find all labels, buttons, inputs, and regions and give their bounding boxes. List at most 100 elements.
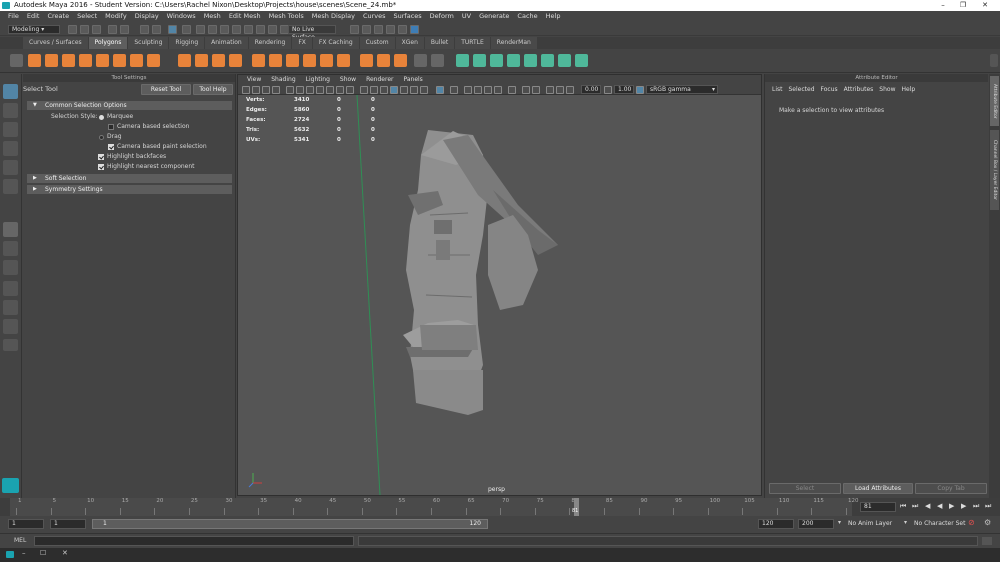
shelf-options-icon[interactable] (10, 54, 23, 67)
menu-display[interactable]: Display (131, 11, 163, 22)
menu-set-dropdown[interactable]: Modeling ▾ (8, 25, 60, 34)
motion-blur-icon[interactable] (474, 86, 482, 94)
shelf-tab-rigging[interactable]: Rigging (169, 37, 205, 49)
ae-menu-selected[interactable]: Selected (786, 85, 818, 95)
exposure-field[interactable]: 0.00 (581, 85, 601, 94)
char-set-label[interactable]: No Character Set (914, 519, 965, 529)
poly-sphere-icon[interactable] (28, 54, 41, 67)
snap-point-icon[interactable] (220, 25, 229, 34)
shelf-tab-turtle[interactable]: TURTLE (455, 37, 490, 49)
xray-joints-icon[interactable] (522, 86, 530, 94)
vp-menu-panels[interactable]: Panels (398, 75, 427, 84)
camera-attributes-icon[interactable] (252, 86, 260, 94)
screen-space-ao-icon[interactable] (464, 86, 472, 94)
vp-menu-shading[interactable]: Shading (266, 75, 300, 84)
step-back-frame-icon[interactable]: ◀ (925, 502, 930, 510)
shadows-icon[interactable] (420, 86, 428, 94)
poly-cube-icon[interactable] (45, 54, 58, 67)
command-input[interactable] (34, 536, 354, 546)
redo-icon[interactable] (120, 25, 129, 34)
persp-graph-icon[interactable] (3, 281, 18, 296)
spherical-uv-icon[interactable] (490, 54, 503, 67)
insert-edge-loop-icon[interactable] (394, 54, 407, 67)
camera-based-selection-checkbox[interactable] (108, 124, 114, 130)
go-to-end-icon[interactable]: ⏭ (985, 502, 991, 511)
ae-menu-list[interactable]: List (769, 85, 786, 95)
default-material-icon[interactable] (390, 86, 398, 94)
save-scene-icon[interactable] (92, 25, 101, 34)
script-editor-icon[interactable] (982, 537, 992, 545)
textured-icon[interactable] (400, 86, 408, 94)
perspective-viewport[interactable]: View Shading Lighting Show Renderer Pane… (237, 74, 762, 496)
open-scene-icon[interactable] (80, 25, 89, 34)
playback-end-field[interactable]: 120 (758, 519, 794, 529)
ae-copy-tab-button[interactable]: Copy Tab (915, 483, 987, 494)
wireframe-on-shaded-icon[interactable] (380, 86, 388, 94)
house-model[interactable] (403, 130, 558, 415)
menu-select[interactable]: Select (73, 11, 101, 22)
ae-menu-help[interactable]: Help (898, 85, 918, 95)
task-restore-icon[interactable]: ☐ (40, 549, 46, 557)
vp-menu-view[interactable]: View (242, 75, 266, 84)
time-slider[interactable]: 1510152025303540455055606570758085909510… (0, 498, 1000, 516)
poly-torus-icon[interactable] (96, 54, 109, 67)
shelf-tab-fx-caching[interactable]: FX Caching (312, 37, 359, 49)
multisample-aa-icon[interactable] (484, 86, 492, 94)
more-layouts-icon[interactable] (3, 339, 18, 351)
paint-select-icon[interactable] (3, 122, 18, 137)
shelf-tab-renderman[interactable]: RenderMan (490, 37, 537, 49)
menu-mesh[interactable]: Mesh (200, 11, 225, 22)
wireframe-icon[interactable] (360, 86, 368, 94)
shelf-tab-custom[interactable]: Custom (359, 37, 395, 49)
ae-select-button[interactable]: Select (769, 483, 841, 494)
go-to-start-icon[interactable]: ⏮ (900, 502, 906, 511)
ae-menu-attributes[interactable]: Attributes (841, 85, 877, 95)
gamma-field[interactable]: 1.00 (614, 85, 634, 94)
anim-layer-arrow-icon[interactable]: ▾ (838, 519, 841, 526)
step-forward-frame-icon[interactable]: ▶ (961, 502, 966, 510)
persp-outliner-icon[interactable] (3, 260, 18, 275)
hypershade-layout-icon[interactable] (3, 300, 18, 315)
lasso-tool-icon[interactable] (3, 103, 18, 118)
play-forwards-icon[interactable]: ▶ (949, 502, 954, 510)
animation-start-field[interactable]: 1 (8, 519, 44, 529)
select-component-icon[interactable] (168, 25, 177, 34)
menu-file[interactable]: File (4, 11, 23, 22)
new-scene-icon[interactable] (68, 25, 77, 34)
bridge-icon[interactable] (269, 54, 282, 67)
menu-cache[interactable]: Cache (513, 11, 541, 22)
shelf-tab-animation[interactable]: Animation (205, 37, 248, 49)
anim-layer-label[interactable]: No Anim Layer (848, 519, 892, 529)
poly-plane-icon[interactable] (113, 54, 126, 67)
drag-radio[interactable] (99, 135, 104, 140)
boolean-icon[interactable] (229, 54, 242, 67)
shelf-tab-fx[interactable]: FX (292, 37, 312, 49)
film-gate-icon[interactable] (296, 86, 304, 94)
gamma-toggle-icon[interactable] (604, 86, 612, 94)
target-weld-icon[interactable] (303, 54, 316, 67)
outliner-layout-icon[interactable] (3, 319, 18, 334)
automatic-uv-icon[interactable] (507, 54, 520, 67)
poly-cone-icon[interactable] (79, 54, 92, 67)
marquee-radio[interactable] (99, 115, 104, 120)
step-back-key-icon[interactable]: ⏭ (912, 502, 918, 511)
smooth-icon[interactable] (212, 54, 225, 67)
hypershade-icon[interactable] (398, 25, 407, 34)
use-all-lights-icon[interactable] (410, 86, 418, 94)
render-frame-icon[interactable] (362, 25, 371, 34)
task-close-icon[interactable]: ✕ (62, 549, 68, 557)
snap-curve-icon[interactable] (208, 25, 217, 34)
gate-mask-icon[interactable] (316, 86, 324, 94)
menu-generate[interactable]: Generate (475, 11, 513, 22)
minimize-button[interactable]: – (932, 0, 954, 11)
xray-components-icon[interactable] (532, 86, 540, 94)
animation-end-field[interactable]: 200 (798, 519, 834, 529)
close-button[interactable]: ✕ (974, 0, 996, 11)
move-tool-icon[interactable] (3, 141, 18, 156)
resolution-gate-icon[interactable] (306, 86, 314, 94)
shelf-tab-rendering[interactable]: Rendering (248, 37, 292, 49)
view-transform-icon[interactable] (636, 86, 644, 94)
tool-help-button[interactable]: Tool Help (193, 84, 233, 95)
poly-disc-icon[interactable] (130, 54, 143, 67)
depth-of-field-icon[interactable] (494, 86, 502, 94)
